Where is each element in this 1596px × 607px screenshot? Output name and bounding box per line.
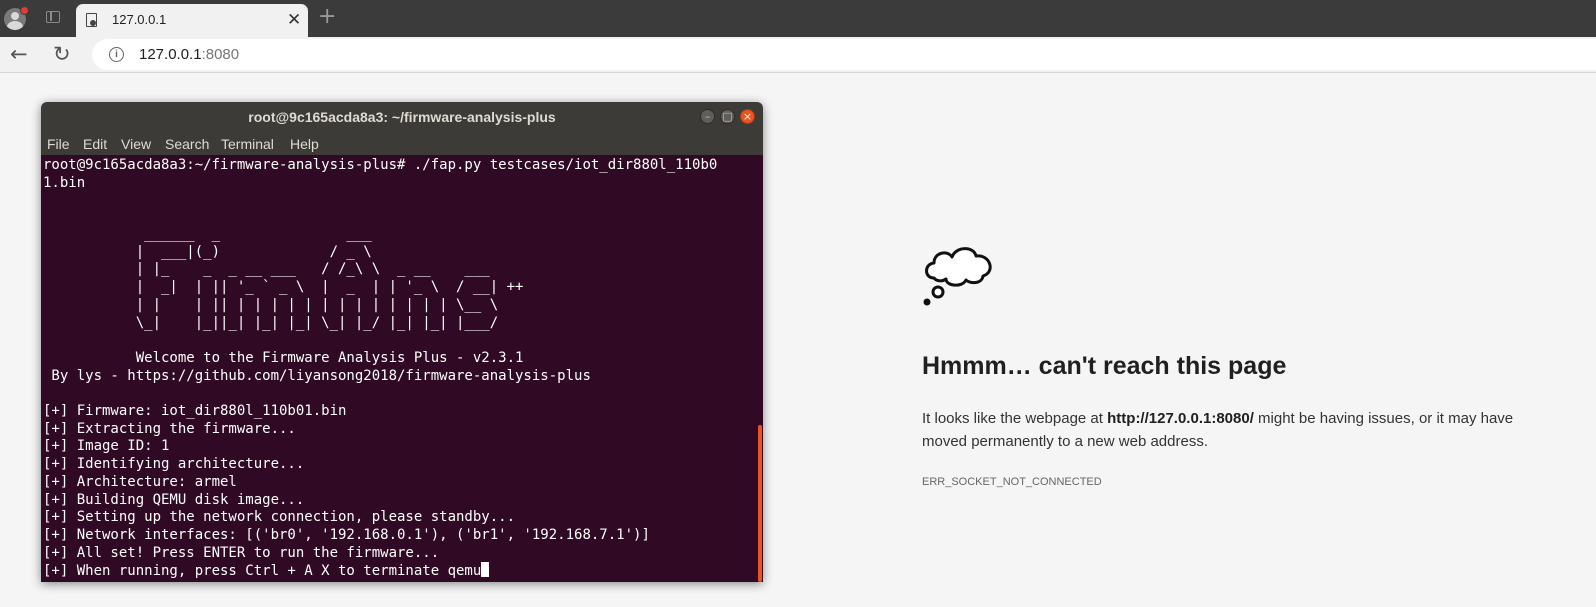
welcome-line: Welcome to the Firmware Analysis Plus - … [43,349,524,366]
window-close-icon[interactable]: × [740,109,755,124]
browser-toolbar: ← ↻ i 127.0.0.1:8080 [0,37,1596,73]
menu-search[interactable]: Search [165,136,209,152]
minimize-icon[interactable]: – [700,109,715,124]
terminal-output[interactable]: root@9c165acda8a3:~/firmware-analysis-pl… [41,155,763,582]
ascii-banner-line: | |_ _ _ __ ___ / /_\ \ _ __ ___ [43,261,490,278]
url-text[interactable]: 127.0.0.1:8080 [139,46,239,63]
terminal-line: [+] Building QEMU disk image... [43,491,305,508]
ascii-banner-line: \_| |_||_| |_| |_| \_| |_/ |_| |_| |___/ [43,314,499,331]
back-icon[interactable]: ← [10,41,28,67]
terminal-line: [+] Architecture: armel [43,473,237,490]
address-bar[interactable]: i 127.0.0.1:8080 [92,39,1596,70]
new-tab-icon[interactable]: + [318,5,336,29]
error-desc-before: It looks like the webpage at [922,410,1108,427]
thought-bubble-icon [923,247,992,306]
error-title: Hmmm… can't reach this page [922,352,1287,380]
url-port: :8080 [201,46,240,63]
terminal-title: root@9c165acda8a3: ~/firmware-analysis-p… [248,109,556,125]
reload-icon[interactable]: ↻ [53,41,71,67]
ascii-banner-line: | _| | || '_ ` _ \ | _ | | '_ \ / __| ++ [43,279,524,296]
terminal-titlebar[interactable]: root@9c165acda8a3: ~/firmware-analysis-p… [41,102,763,132]
terminal-line: [+] Setting up the network connection, p… [43,509,516,526]
error-desc-url: http://127.0.0.1:8080/ [1107,410,1254,427]
error-description: It looks like the webpage at http://127.… [922,407,1522,453]
terminal-line: 1.bin [43,174,86,191]
info-icon[interactable]: i [109,47,124,62]
terminal-window[interactable]: root@9c165acda8a3: ~/firmware-analysis-p… [41,102,763,582]
terminal-scrollbar-thumb[interactable] [758,425,762,582]
terminal-line: root@9c165acda8a3:~/firmware-analysis-pl… [43,157,718,173]
page-favicon-icon [86,13,97,27]
url-host: 127.0.0.1 [139,46,202,63]
tab-title: 127.0.0.1 [112,12,167,27]
text-cursor [481,562,490,578]
menu-edit[interactable]: Edit [83,136,107,152]
menu-file[interactable]: File [47,136,70,152]
terminal-line: [+] Identifying architecture... [43,456,305,473]
ascii-banner-line: | ___|(_) / _ \ [43,243,372,260]
notification-dot [20,6,29,15]
close-icon[interactable]: ✕ [287,10,301,30]
author-line: By lys - https://github.com/liyansong201… [43,367,591,384]
terminal-line: [+] Image ID: 1 [43,438,170,455]
terminal-line-text: [+] When running, press Ctrl + A X to te… [43,563,482,580]
terminal-line: [+] Firmware: iot_dir880l_110b01.bin [43,403,347,419]
menu-help[interactable]: Help [290,136,319,152]
terminal-last-line: [+] When running, press Ctrl + A X to te… [43,562,490,581]
menu-terminal[interactable]: Terminal [221,136,274,152]
active-tab[interactable]: 127.0.0.1 ✕ [76,4,308,37]
browser-tab-strip: 127.0.0.1 ✕ + [0,0,1596,37]
maximize-icon[interactable]: □ [720,109,735,124]
terminal-line: [+] Network interfaces: [('br0', '192.16… [43,526,650,543]
terminal-line: [+] Extracting the firmware... [43,420,296,437]
terminal-menubar: File Edit View Search Terminal Help [41,132,763,155]
menu-view[interactable]: View [121,136,151,152]
tab-overview-icon[interactable] [46,11,60,23]
error-code: ERR_SOCKET_NOT_CONNECTED [922,476,1102,488]
terminal-line: [+] All set! Press ENTER to run the firm… [43,544,440,561]
ascii-banner-line: ______ _ ___ [43,226,372,242]
ascii-banner-line: | | | || | | | | | | | | | | | | | \__ \ [43,296,499,313]
